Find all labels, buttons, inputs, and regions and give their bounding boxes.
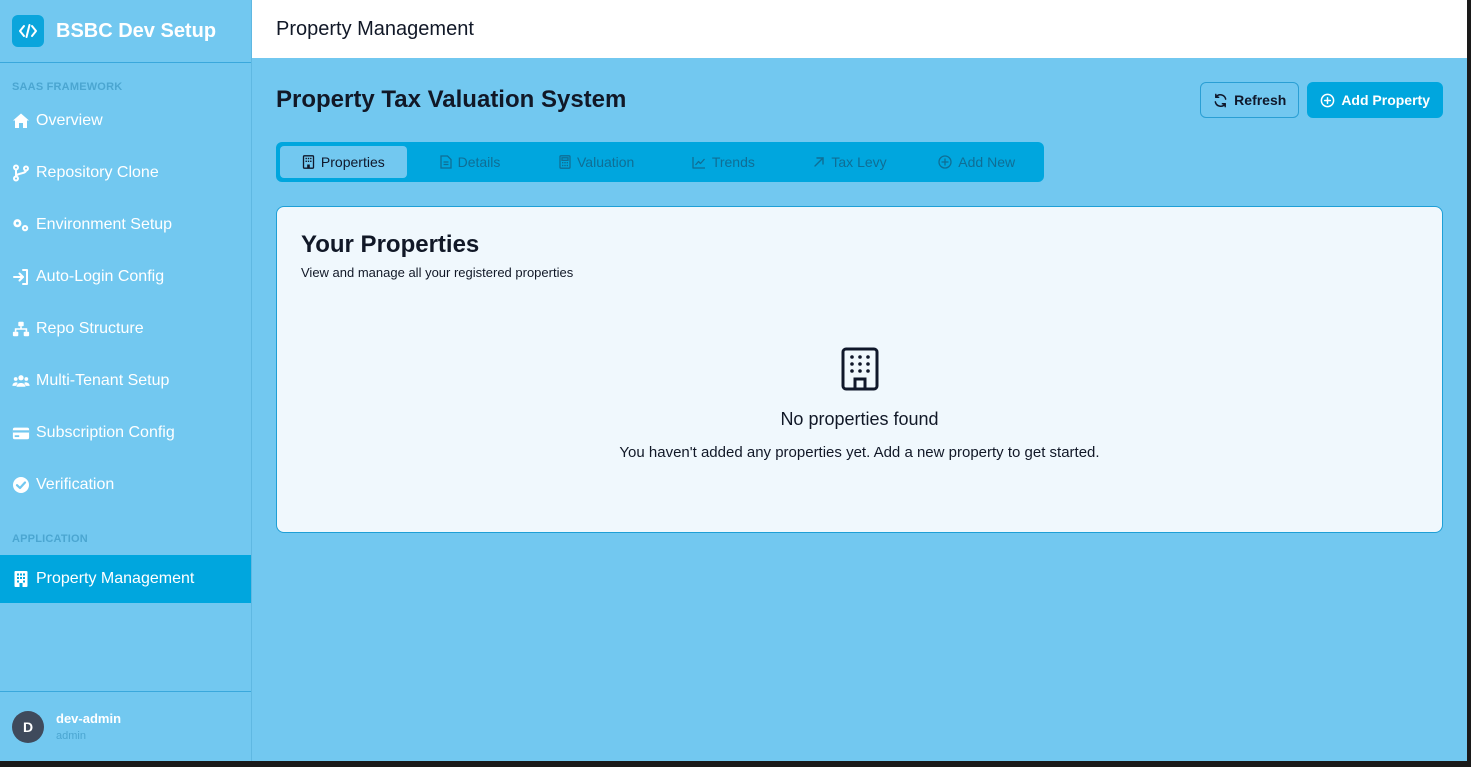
- sidebar-item-repository-clone[interactable]: Repository Clone: [0, 147, 251, 199]
- sidebar-item-overview[interactable]: Overview: [0, 95, 251, 147]
- sidebar-item-multi-tenant-setup[interactable]: Multi-Tenant Setup: [0, 355, 251, 407]
- brand-title: BSBC Dev Setup: [56, 19, 217, 42]
- sidebar-item-label: Property Management: [36, 570, 195, 587]
- building-icon: [302, 155, 315, 169]
- tab-label: Properties: [320, 154, 385, 170]
- page-actions: Refresh Add Property: [1200, 82, 1443, 118]
- sidebar: BSBC Dev Setup SAAS FRAMEWORK Overview R…: [0, 0, 252, 761]
- home-icon: [12, 112, 30, 130]
- card-title: Your Properties: [301, 231, 480, 258]
- line-chart-icon: [692, 156, 706, 169]
- topbar-title: Property Management: [276, 17, 474, 40]
- sidebar-item-label: Multi-Tenant Setup: [36, 372, 170, 389]
- tab-label: Valuation: [577, 154, 635, 170]
- user-profile[interactable]: D dev-admin admin: [0, 691, 251, 761]
- card-subtitle: View and manage all your registered prop…: [301, 265, 574, 280]
- add-property-label: Add Property: [1341, 92, 1430, 108]
- tab-label: Tax Levy: [831, 154, 887, 170]
- sitemap-icon: [12, 320, 30, 338]
- git-branch-icon: [12, 164, 30, 182]
- tab-label: Details: [457, 154, 501, 170]
- sidebar-item-label: Auto-Login Config: [36, 268, 165, 285]
- sidebar-item-verification[interactable]: Verification: [0, 459, 251, 511]
- avatar: D: [12, 710, 44, 743]
- sidebar-item-label: Repo Structure: [36, 320, 144, 337]
- tab-valuation[interactable]: Valuation: [533, 146, 660, 178]
- section-label-saas-framework: SAAS FRAMEWORK: [12, 81, 123, 93]
- sidebar-item-label: Overview: [36, 112, 103, 129]
- page-title: Property Tax Valuation System: [276, 86, 627, 113]
- sidebar-item-environment-setup[interactable]: Environment Setup: [0, 199, 251, 251]
- plus-circle-icon: [1320, 93, 1335, 108]
- document-icon: [439, 155, 452, 169]
- tab-label: Add New: [958, 154, 1016, 170]
- properties-card: Your Properties View and manage all your…: [276, 206, 1443, 533]
- refresh-button[interactable]: Refresh: [1200, 82, 1300, 118]
- arrow-up-right-icon: [813, 156, 825, 168]
- user-role: admin: [56, 730, 86, 742]
- check-circle-icon: [12, 476, 30, 494]
- tab-add-new[interactable]: Add New: [913, 146, 1040, 178]
- app-window: BSBC Dev Setup SAAS FRAMEWORK Overview R…: [0, 0, 1467, 761]
- sidebar-item-repo-structure[interactable]: Repo Structure: [0, 303, 251, 355]
- main-area: Property Management Property Tax Valuati…: [252, 0, 1467, 761]
- users-icon: [12, 372, 30, 390]
- section-label-application: APPLICATION: [12, 533, 88, 545]
- sidebar-item-label: Subscription Config: [36, 424, 175, 441]
- brand: BSBC Dev Setup: [0, 0, 251, 63]
- tab-label: Trends: [711, 154, 755, 170]
- sign-in-icon: [12, 268, 30, 286]
- add-property-button[interactable]: Add Property: [1307, 82, 1443, 118]
- user-name: dev-admin: [56, 711, 122, 726]
- refresh-label: Refresh: [1234, 92, 1287, 108]
- empty-description: You haven't added any properties yet. Ad…: [619, 444, 1100, 461]
- topbar: Property Management: [252, 0, 1467, 58]
- code-icon: [12, 15, 44, 47]
- gears-icon: [12, 216, 30, 234]
- sidebar-item-property-management[interactable]: Property Management: [0, 555, 251, 603]
- credit-card-icon: [12, 424, 30, 442]
- empty-title: No properties found: [780, 409, 939, 429]
- tab-properties[interactable]: Properties: [280, 146, 407, 178]
- calculator-icon: [559, 155, 571, 169]
- building-icon: [12, 570, 30, 588]
- tab-trends[interactable]: Trends: [660, 146, 787, 178]
- page-header: Property Tax Valuation System Refresh Ad…: [276, 82, 1443, 118]
- sidebar-item-label: Verification: [36, 476, 115, 493]
- empty-state: No properties found You haven't added an…: [277, 347, 1442, 461]
- sidebar-item-label: Repository Clone: [36, 164, 159, 181]
- sidebar-item-subscription-config[interactable]: Subscription Config: [0, 407, 251, 459]
- sidebar-item-auto-login-config[interactable]: Auto-Login Config: [0, 251, 251, 303]
- sidebar-item-label: Environment Setup: [36, 216, 173, 233]
- refresh-icon: [1213, 93, 1228, 108]
- tab-tax-levy[interactable]: Tax Levy: [787, 146, 914, 178]
- plus-circle-icon: [938, 155, 952, 169]
- tab-bar: Properties Details Valuation Trends Tax …: [276, 142, 1044, 182]
- content: Property Tax Valuation System Refresh Ad…: [252, 58, 1467, 533]
- building-icon: [277, 347, 1442, 391]
- tab-details[interactable]: Details: [407, 146, 534, 178]
